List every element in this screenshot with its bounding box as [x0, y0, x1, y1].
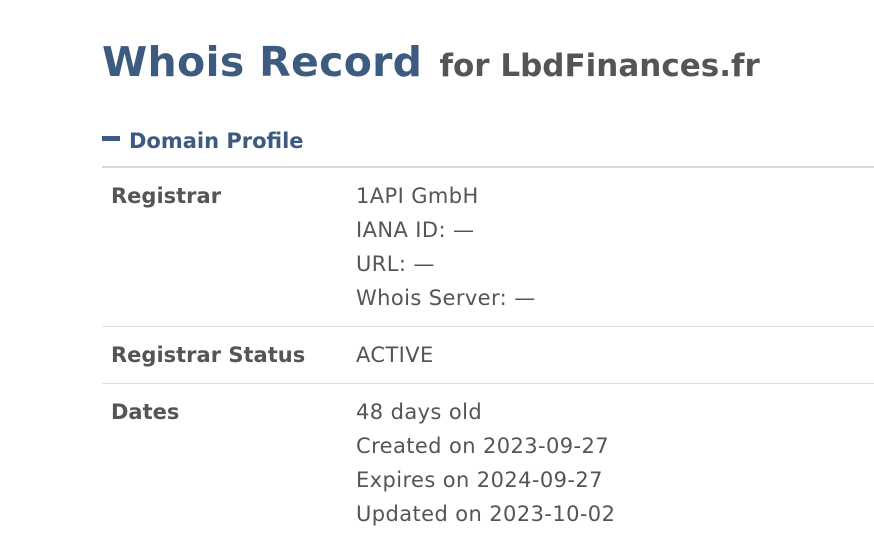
iana-id: IANA ID: —: [356, 213, 874, 247]
page-title-domain: for LbdFinances.fr: [439, 48, 759, 84]
table-row-registrar: Registrar 1API GmbH IANA ID: — URL: — Wh…: [102, 168, 874, 327]
updated-date: Updated on 2023-10-02: [356, 497, 874, 531]
domain-age: 48 days old: [356, 395, 874, 429]
expires-date: Expires on 2024-09-27: [356, 463, 874, 497]
row-label: Registrar: [102, 168, 356, 327]
page-title: Whois Record for LbdFinances.fr: [102, 36, 760, 92]
domain-profile-toggle[interactable]: Domain Profile: [102, 124, 304, 158]
registrar-name: 1API GmbH: [356, 179, 874, 213]
whois-server: Whois Server: —: [356, 281, 874, 315]
created-date: Created on 2023-09-27: [356, 429, 874, 463]
page-title-main: Whois Record: [102, 38, 422, 86]
row-label: Registrar Status: [102, 327, 356, 384]
table-row-dates: Dates 48 days old Created on 2023-09-27 …: [102, 384, 874, 542]
section-title[interactable]: Domain Profile: [129, 129, 304, 153]
registrar-url: URL: —: [356, 247, 874, 281]
row-value: ACTIVE: [356, 327, 874, 384]
domain-profile-table: Registrar 1API GmbH IANA ID: — URL: — Wh…: [102, 168, 874, 542]
row-value: 48 days old Created on 2023-09-27 Expire…: [356, 384, 874, 542]
minus-icon[interactable]: [102, 136, 120, 141]
row-value: 1API GmbH IANA ID: — URL: — Whois Server…: [356, 168, 874, 327]
table-row-registrar-status: Registrar Status ACTIVE: [102, 327, 874, 384]
registrar-status: ACTIVE: [356, 338, 874, 372]
row-label: Dates: [102, 384, 356, 542]
